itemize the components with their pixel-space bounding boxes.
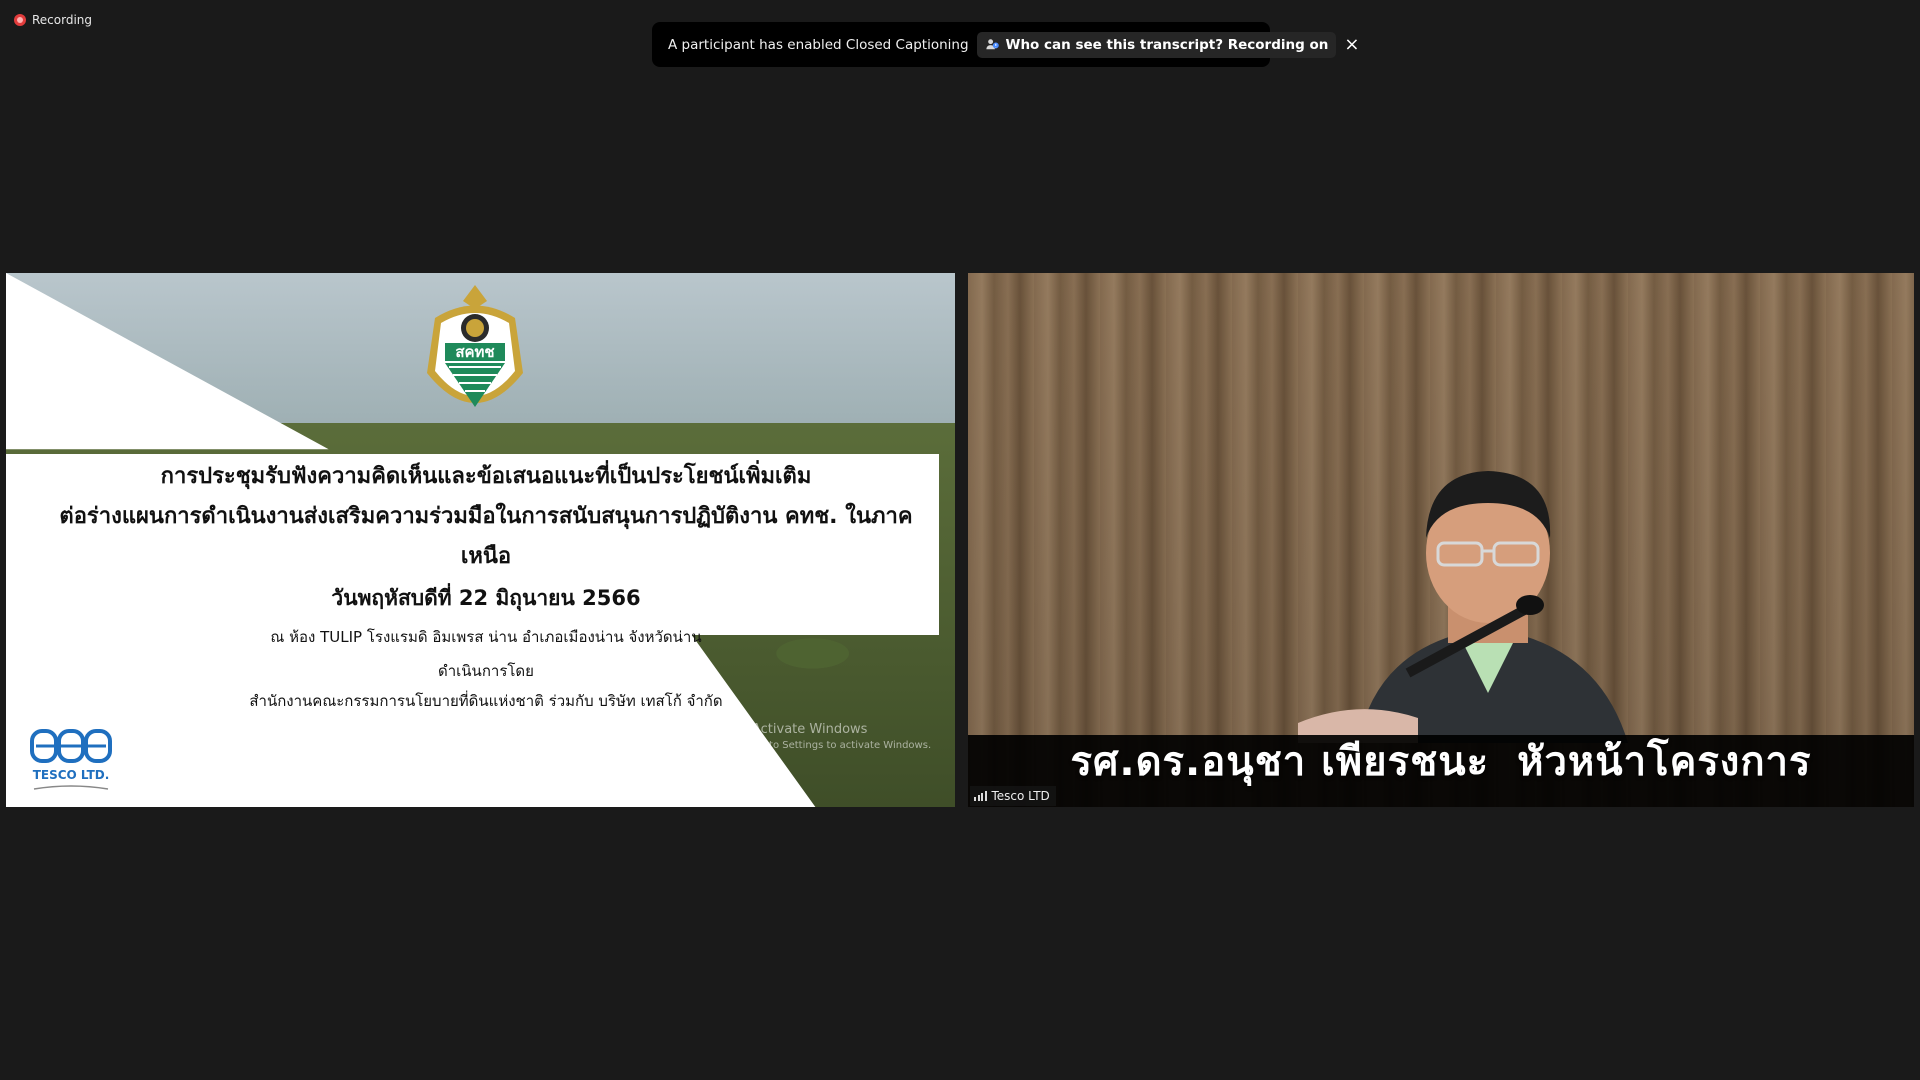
speaker-role: หัวหน้าโครงการ [1517,739,1812,785]
participant-name: Tesco LTD [991,789,1050,803]
emblem-text: สคทช [455,343,494,361]
activate-windows-watermark: Activate Windows Go to Settings to activ… [752,722,931,754]
meeting-window: Recording A participant has enabled Clos… [0,0,1920,1080]
people-icon [985,39,999,50]
recording-indicator[interactable]: Recording [14,13,92,27]
slide-organizers: สำนักงานคณะกรรมการนโยบายที่ดินแห่งชาติ ร… [249,692,723,710]
tesco-logo-text: TESCO LTD. [33,768,110,782]
speaker-lower-third: รศ.ดร.อนุชา เพียรชนะ หัวหน้าโครงการ [968,729,1914,793]
alro-emblem-icon: สคทช [427,285,523,407]
tesco-logo-icon: TESCO LTD. [30,729,112,790]
slide-organized-by: ดำเนินการโดย [438,662,534,680]
slide-title-line1: การประชุมรับฟังความคิดเห็นและข้อเสนอแนะท… [160,464,812,489]
speaker-name: รศ.ดร.อนุชา เพียรชนะ [1070,739,1490,785]
recording-icon [14,14,26,26]
connection-signal-icon [974,791,987,801]
shared-screen-slide: สคทช การประชุมรับฟังความคิดเห็นและข้อเสน… [6,273,955,807]
slide-title-line2: ต่อร่างแผนการดำเนินงานส่งเสริมความร่วมมื… [59,504,913,569]
watermark-title: Activate Windows [752,722,868,737]
slide-text-block: การประชุมรับฟังความคิดเห็นและข้อเสนอแนะท… [46,457,926,715]
recording-label: Recording [32,13,93,27]
closed-caption-notification: A participant has enabled Closed Caption… [652,22,1359,67]
participant-name-tag: Tesco LTD [970,786,1056,806]
transcript-link-label: Who can see this transcript? Recording o… [1005,36,1329,53]
close-icon[interactable]: × [1344,32,1359,58]
speaker-figure [1298,471,1628,743]
slide-venue: ณ ห้อง TULIP โรงแรมดิ อิมเพรส น่าน อำเภอ… [270,628,702,646]
watermark-subtitle: Go to Settings to activate Windows. [752,740,932,751]
notification-message: A participant has enabled Closed Caption… [668,36,969,53]
transcript-visibility-link[interactable]: Who can see this transcript? Recording o… [976,31,1337,58]
slide-date: วันพฤหัสบดีที่ 22 มิถุนายน 2566 [331,586,641,610]
speaker-video-tile[interactable]: รศ.ดร.อนุชา เพียรชนะ หัวหน้าโครงการ Tesco… [968,273,1914,807]
